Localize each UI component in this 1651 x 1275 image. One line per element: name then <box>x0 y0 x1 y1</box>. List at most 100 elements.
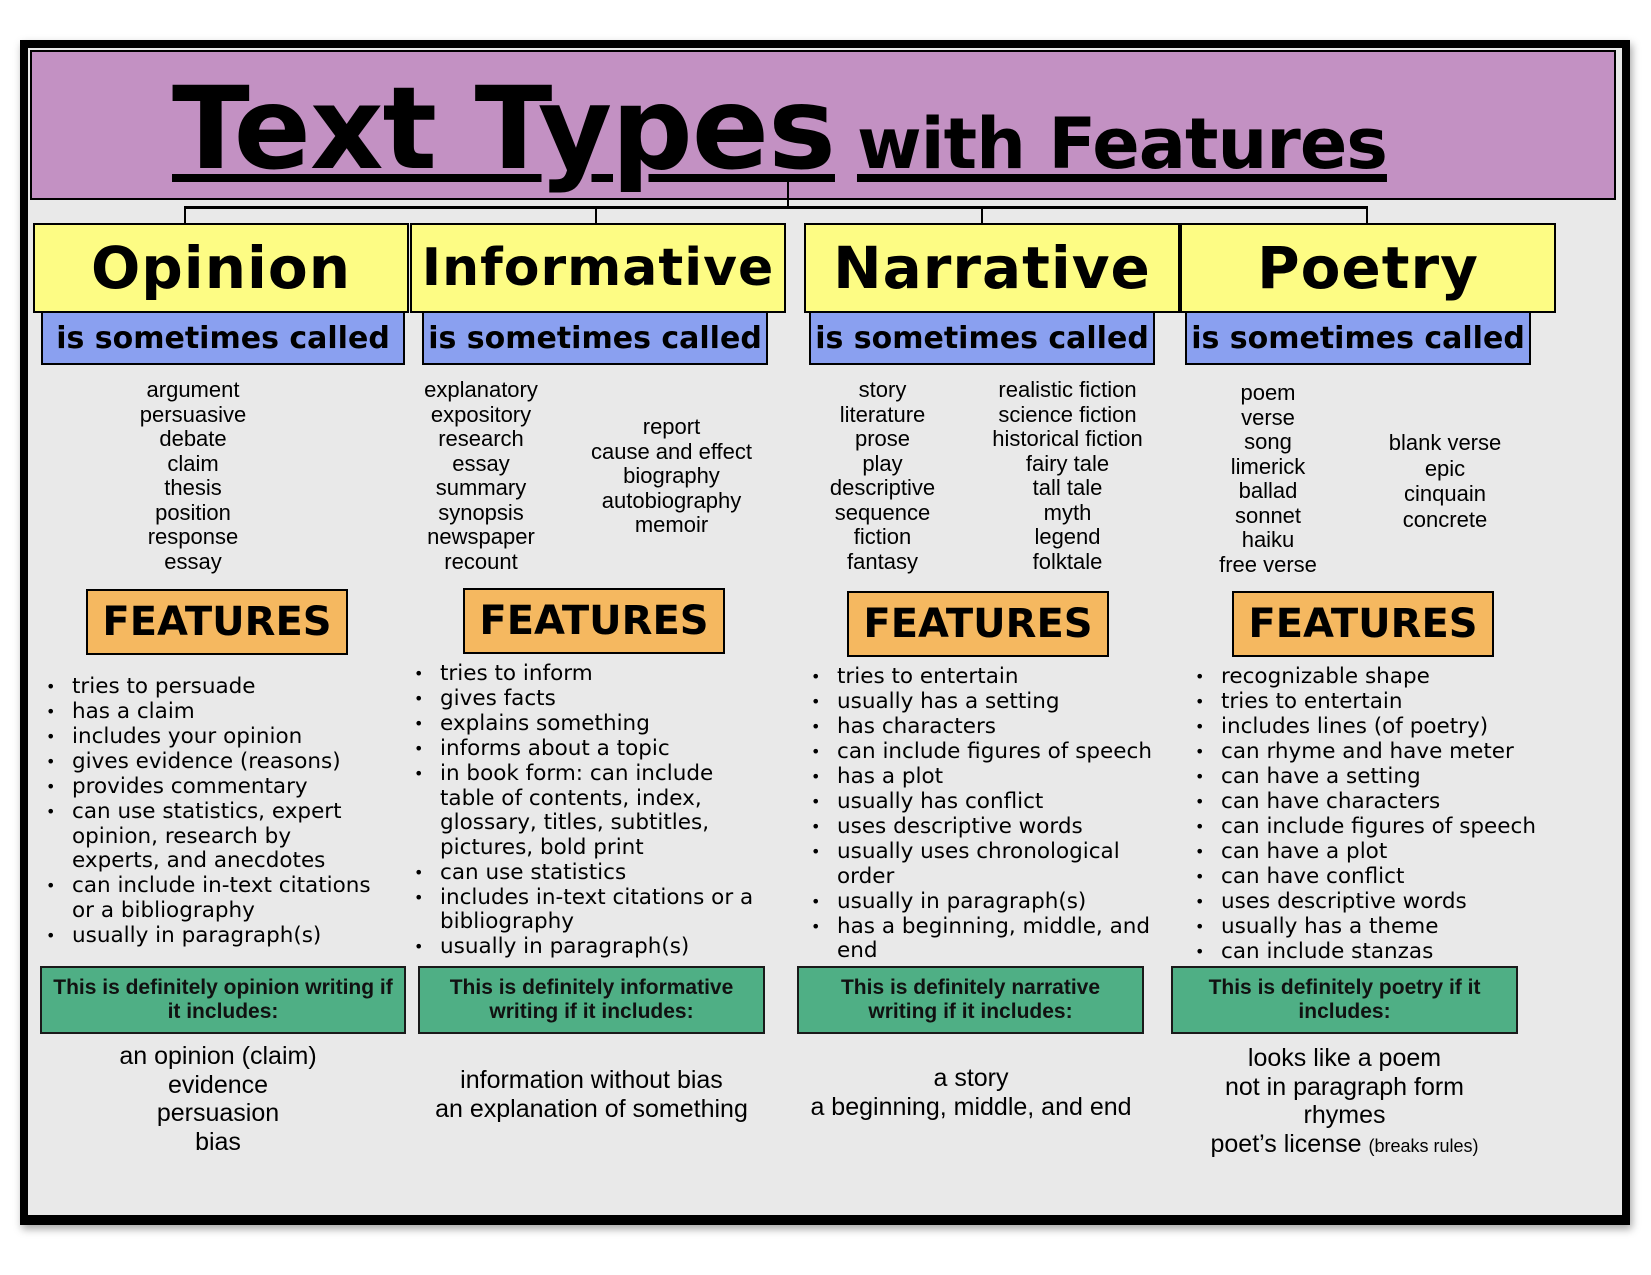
feature-item: • tries to persuade <box>44 674 374 700</box>
feature-text: tries to inform <box>440 661 593 686</box>
definitely-label-poetry: This is definitely poetry if it includes… <box>1171 966 1518 1034</box>
feature-item: • can rhyme and have meter <box>1193 739 1563 765</box>
list-item: story <box>858 377 907 402</box>
bullet-icon: • <box>46 876 56 895</box>
feature-text: can have conflict <box>1221 864 1405 889</box>
list-item: persuasion <box>156 1099 280 1127</box>
feature-text: gives facts <box>440 686 556 711</box>
title-main: Text Types <box>172 62 836 195</box>
bullet-icon: • <box>46 925 56 945</box>
feature-item: • uses descriptive words <box>1193 889 1563 915</box>
list-item: realistic fiction <box>998 377 1137 402</box>
definitely-list-narrative: a story a beginning, middle, and end <box>790 1064 1152 1121</box>
list-item: limerick <box>1230 453 1306 479</box>
list-item: sonnet <box>1234 502 1302 528</box>
alias-label: is sometimes called <box>1185 313 1531 365</box>
list-item: free verse <box>1219 551 1317 577</box>
list-item: newspaper <box>427 524 535 549</box>
bullet-icon: • <box>1195 892 1205 911</box>
feature-item: • uses descriptive words <box>809 814 1159 840</box>
list-item: descriptive <box>829 475 936 500</box>
feature-text: usually uses chronological order <box>837 839 1120 889</box>
list-item: play <box>862 450 903 476</box>
bullet-icon: • <box>46 752 56 771</box>
alias-label: is sometimes called <box>809 313 1155 365</box>
list-item: biography <box>623 463 720 488</box>
list-item: myth <box>1043 499 1092 525</box>
list-item: response <box>147 524 239 549</box>
feature-text: can rhyme and have meter <box>1221 739 1514 764</box>
feature-item: • usually in paragraph(s) <box>412 934 762 960</box>
list-item: legend <box>1034 524 1101 549</box>
feature-item: • explains something <box>412 711 762 737</box>
list-item: expository <box>430 401 532 427</box>
features-list-informative: • tries to inform • gives facts • explains so… <box>412 661 762 960</box>
feature-item: • tries to entertain <box>1193 689 1563 715</box>
category-title: Narrative <box>804 223 1180 313</box>
list-item: summary <box>435 475 527 500</box>
list-item: prose <box>854 426 911 451</box>
feature-text: can have a plot <box>1221 839 1388 864</box>
bullet-icon: • <box>1195 867 1205 886</box>
list-item: essay <box>452 450 510 476</box>
features-list-poetry: • recognizable shape • tries to entertain • i… <box>1193 664 1563 965</box>
title-banner: Text Types with Features <box>30 50 1616 200</box>
features-label-poetry: FEATURES <box>1232 591 1494 657</box>
definitely-label-narrative: This is definitely narrative writing if … <box>797 966 1144 1034</box>
feature-item: • includes lines (of poetry) <box>1193 714 1563 740</box>
feature-item: • includes in-text citations or a bibliog… <box>412 885 762 935</box>
feature-item: • usually uses chronological order <box>809 839 1159 889</box>
aliases-informative: explanatory expository research essay summar… <box>416 377 764 574</box>
bullet-icon: • <box>1195 767 1205 786</box>
feature-item: • gives evidence (reasons) <box>44 749 374 775</box>
feature-item: • includes your opinion <box>44 724 374 750</box>
feature-item: • can have characters <box>1193 789 1563 815</box>
list-item: essay <box>164 548 222 574</box>
bullet-icon: • <box>414 764 424 783</box>
feature-text: has characters <box>837 714 996 739</box>
bullet-icon: • <box>811 742 821 761</box>
feature-text: usually has conflict <box>837 789 1044 814</box>
poster-panel: Text Types with Features Opinion is somet… <box>28 48 1622 1215</box>
alias-label: is sometimes called <box>422 313 768 365</box>
page-title: Text Types with Features <box>172 62 1388 195</box>
feature-item: • usually has a setting <box>809 689 1159 715</box>
alias-column: argument persuasive debate claim thesis posit… <box>123 377 263 574</box>
list-item: literature <box>839 401 926 427</box>
feature-item: • tries to inform <box>412 661 762 687</box>
feature-item: • usually in paragraph(s) <box>809 889 1159 915</box>
definitely-item-note: (breaks rules) <box>1368 1135 1479 1156</box>
feature-text: provides commentary <box>72 774 308 799</box>
feature-text: can include figures of speech <box>837 739 1152 764</box>
list-item: an opinion (claim) <box>119 1042 317 1070</box>
feature-item: • can include figures of speech <box>809 739 1159 765</box>
feature-item: • recognizable shape <box>1193 664 1563 690</box>
list-item: persuasive <box>139 401 247 427</box>
aliases-opinion: argument persuasive debate claim thesis posit… <box>123 377 263 574</box>
bullet-icon: • <box>1195 717 1205 736</box>
definitely-label-opinion: This is definitely opinion writing if it… <box>40 966 406 1034</box>
bullet-icon: • <box>46 727 56 746</box>
bullet-icon: • <box>1195 842 1205 861</box>
list-item: folktale <box>1032 548 1103 574</box>
list-item: sequence <box>834 499 931 525</box>
feature-text: usually has a setting <box>837 689 1060 714</box>
list-item: position <box>155 499 231 525</box>
feature-text: can include in-text citations or a bibli… <box>72 873 371 923</box>
feature-text: can use statistics <box>440 859 627 885</box>
list-item: a beginning, middle, and end <box>810 1092 1132 1121</box>
list-item: research <box>438 426 524 451</box>
feature-text: uses descriptive words <box>1221 889 1467 914</box>
bullet-icon: • <box>1195 917 1205 936</box>
bullet-icon: • <box>811 692 821 711</box>
feature-item: • can have a plot <box>1193 839 1563 865</box>
definitely-item: rhymes <box>1303 1101 1386 1129</box>
features-list-opinion: • tries to persuade • has a claim • includes … <box>44 674 374 949</box>
bullet-icon: • <box>414 887 424 907</box>
bullet-icon: • <box>414 937 424 956</box>
feature-item: • can include stanzas <box>1193 939 1563 965</box>
list-item: information without bias <box>460 1066 723 1094</box>
feature-text: informs about a topic <box>440 736 670 761</box>
definitely-label-informative: This is definitely informative writing i… <box>418 966 765 1034</box>
list-item: explanatory <box>424 377 538 402</box>
